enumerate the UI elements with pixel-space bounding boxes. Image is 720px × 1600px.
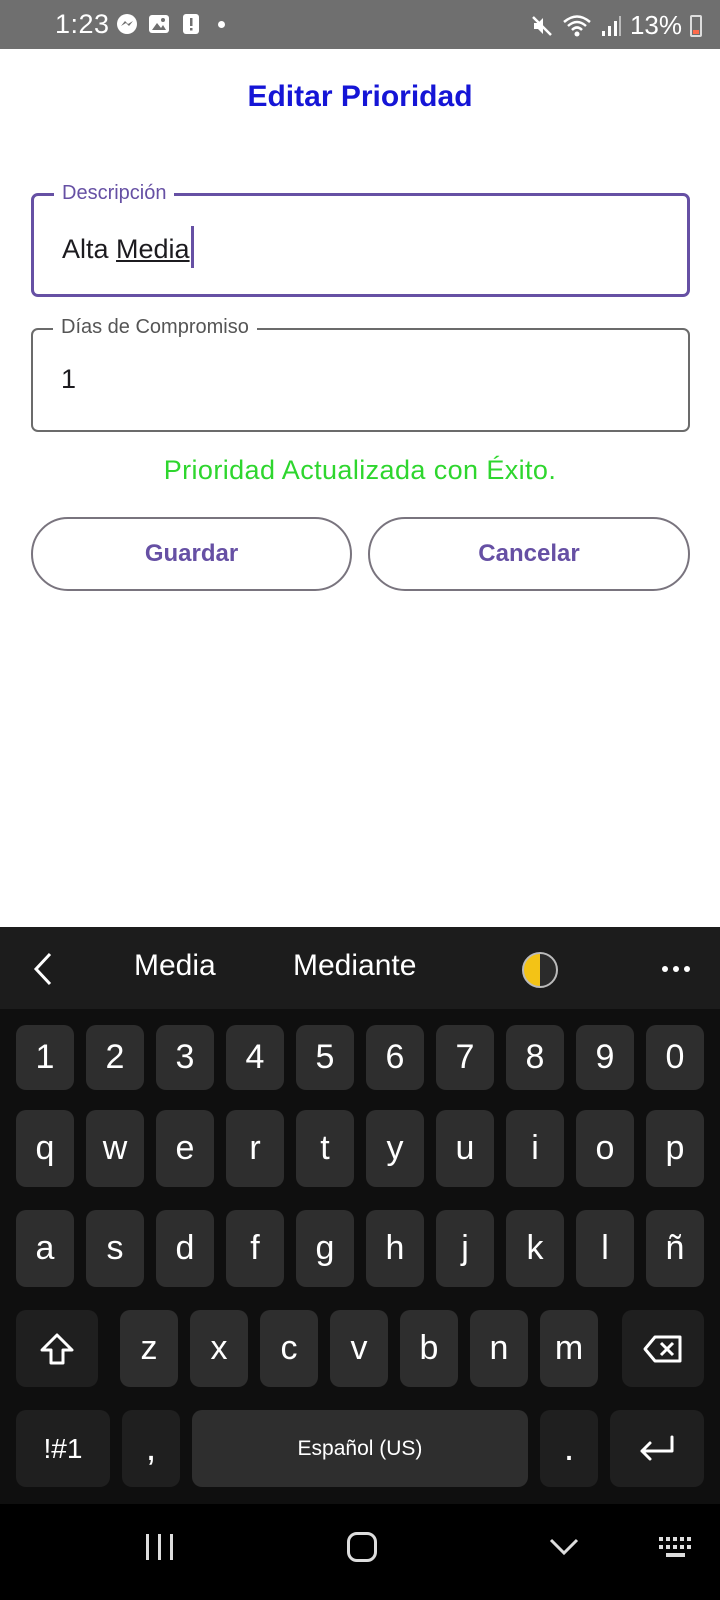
status-bar: 1:23 13% xyxy=(0,0,720,49)
key-y[interactable]: y xyxy=(366,1110,424,1187)
chevron-left-icon[interactable] xyxy=(30,951,56,987)
key-d[interactable]: d xyxy=(156,1210,214,1287)
soft-keyboard: Media Mediante 1 2 3 4 5 6 7 8 9 0 q w e… xyxy=(0,927,720,1504)
key-h[interactable]: h xyxy=(366,1210,424,1287)
shift-key[interactable] xyxy=(16,1310,98,1387)
messenger-icon xyxy=(116,13,138,35)
hide-keyboard-icon[interactable] xyxy=(548,1530,580,1562)
cancel-button[interactable]: Cancelar xyxy=(368,517,690,591)
key-q[interactable]: q xyxy=(16,1110,74,1187)
days-label: Días de Compromiso xyxy=(53,316,257,339)
key-5[interactable]: 5 xyxy=(296,1025,354,1090)
description-composing-text: Media xyxy=(116,234,190,264)
key-v[interactable]: v xyxy=(330,1310,388,1387)
suggestion-bar: Media Mediante xyxy=(0,927,720,1009)
key-4[interactable]: 4 xyxy=(226,1025,284,1090)
home-icon[interactable] xyxy=(347,1532,377,1562)
key-z[interactable]: z xyxy=(120,1310,178,1387)
key-r[interactable]: r xyxy=(226,1110,284,1187)
status-right: 13% xyxy=(530,10,702,41)
key-a[interactable]: a xyxy=(16,1210,74,1287)
wifi-icon xyxy=(563,14,591,36)
suggestion-1[interactable]: Media xyxy=(134,949,216,983)
key-s[interactable]: s xyxy=(86,1210,144,1287)
description-value[interactable]: Alta Media xyxy=(62,226,194,268)
key-1[interactable]: 1 xyxy=(16,1025,74,1090)
screen: 1:23 13% Editar Prioridad Descripción Al… xyxy=(0,0,720,1600)
page-title: Editar Prioridad xyxy=(247,80,473,113)
description-text: Alta xyxy=(62,234,117,264)
suggestion-2[interactable]: Mediante xyxy=(293,949,416,983)
key-9[interactable]: 9 xyxy=(576,1025,634,1090)
days-field[interactable]: Días de Compromiso 1 xyxy=(31,316,690,432)
key-n-tilde[interactable]: ñ xyxy=(646,1210,704,1287)
comma-key[interactable]: , xyxy=(122,1410,180,1487)
mute-icon xyxy=(532,15,552,36)
key-x[interactable]: x xyxy=(190,1310,248,1387)
key-e[interactable]: e xyxy=(156,1110,214,1187)
key-i[interactable]: i xyxy=(506,1110,564,1187)
key-0[interactable]: 0 xyxy=(646,1025,704,1090)
battery-percent: 13% xyxy=(629,10,682,40)
keyboard-switch-icon[interactable] xyxy=(658,1536,694,1560)
shift-icon xyxy=(40,1333,74,1364)
key-g[interactable]: g xyxy=(296,1210,354,1287)
text-caret xyxy=(190,226,194,268)
description-label: Descripción xyxy=(54,182,175,205)
key-p[interactable]: p xyxy=(646,1110,704,1187)
backspace-icon xyxy=(643,1335,682,1362)
key-8[interactable]: 8 xyxy=(506,1025,564,1090)
key-w[interactable]: w xyxy=(86,1110,144,1187)
key-b[interactable]: b xyxy=(400,1310,458,1387)
period-key[interactable]: . xyxy=(540,1410,598,1487)
key-7[interactable]: 7 xyxy=(436,1025,494,1090)
description-field[interactable]: Descripción Alta Media xyxy=(31,182,690,297)
key-u[interactable]: u xyxy=(436,1110,494,1187)
status-left-icons xyxy=(116,13,225,35)
success-message: Prioridad Actualizada con Éxito. xyxy=(163,455,557,485)
key-6[interactable]: 6 xyxy=(366,1025,424,1090)
space-key[interactable]: Español (US) xyxy=(192,1410,528,1487)
more-options-icon[interactable] xyxy=(662,966,690,972)
recents-icon[interactable] xyxy=(146,1534,173,1560)
key-t[interactable]: t xyxy=(296,1110,354,1187)
key-3[interactable]: 3 xyxy=(156,1025,214,1090)
enter-icon xyxy=(640,1435,674,1460)
symbols-key[interactable]: !#1 xyxy=(16,1410,110,1487)
days-value[interactable]: 1 xyxy=(61,364,76,395)
notification-dot-icon xyxy=(218,20,225,28)
key-n[interactable]: n xyxy=(470,1310,528,1387)
status-time: 1:23 xyxy=(55,9,110,39)
save-button[interactable]: Guardar xyxy=(31,517,352,591)
key-l[interactable]: l xyxy=(576,1210,634,1287)
key-j[interactable]: j xyxy=(436,1210,494,1287)
signal-icon xyxy=(601,15,621,36)
key-c[interactable]: c xyxy=(260,1310,318,1387)
key-m[interactable]: m xyxy=(540,1310,598,1387)
navigation-bar xyxy=(0,1504,720,1600)
key-o[interactable]: o xyxy=(576,1110,634,1187)
backspace-key[interactable] xyxy=(622,1310,704,1387)
theme-toggle-icon[interactable] xyxy=(522,952,558,988)
key-f[interactable]: f xyxy=(226,1210,284,1287)
enter-key[interactable] xyxy=(610,1410,704,1487)
alert-icon xyxy=(180,13,202,35)
gallery-icon xyxy=(148,13,170,35)
battery-icon xyxy=(690,14,702,37)
key-k[interactable]: k xyxy=(506,1210,564,1287)
key-2[interactable]: 2 xyxy=(86,1025,144,1090)
